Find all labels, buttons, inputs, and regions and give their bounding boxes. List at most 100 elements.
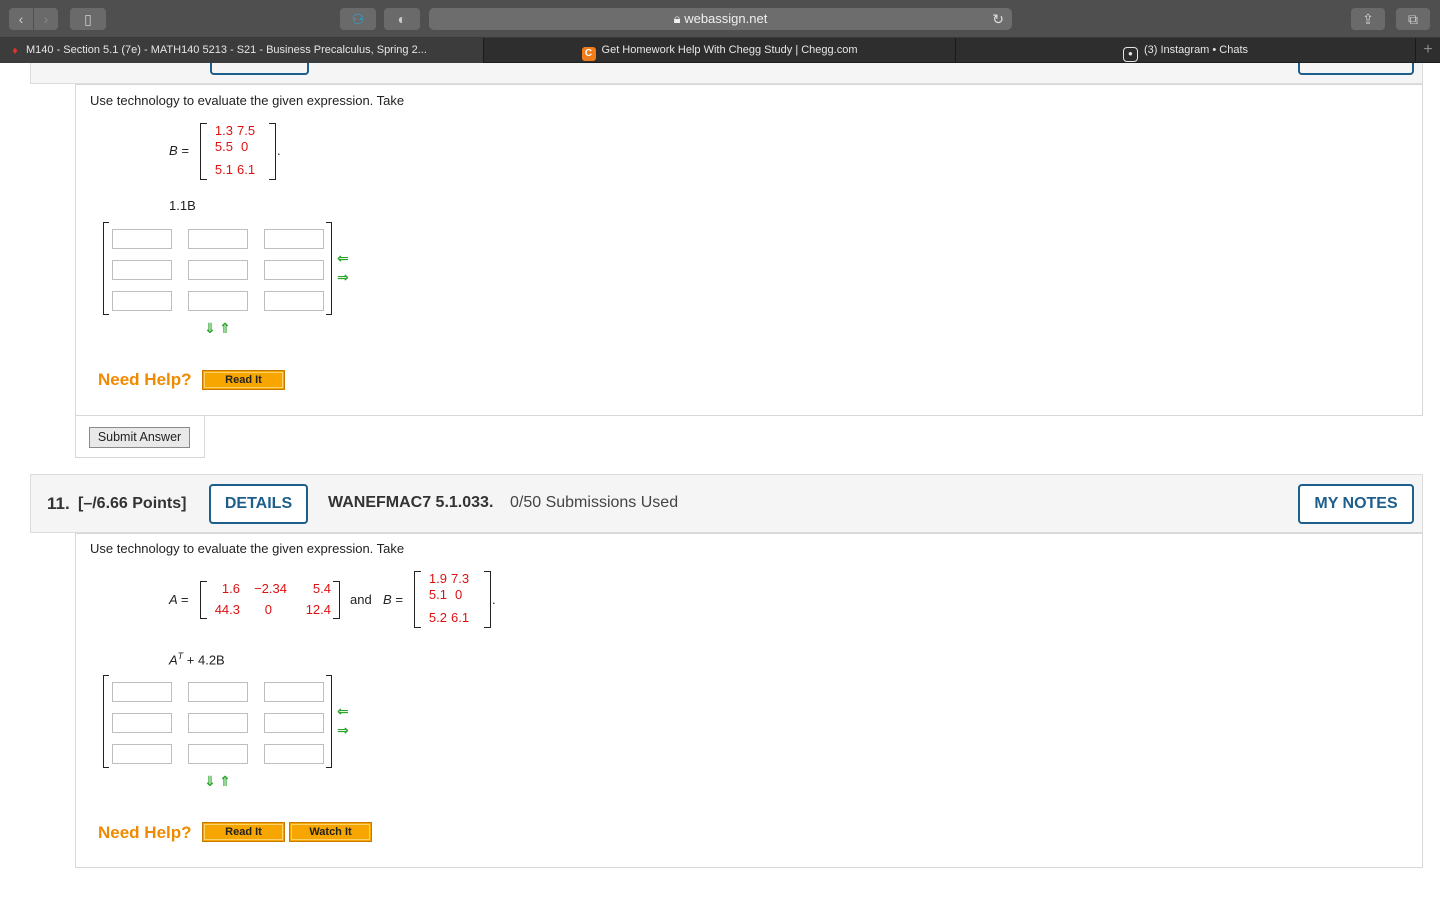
remove-column-arrow-icon[interactable]: ⇐ xyxy=(337,251,349,265)
need-help-label: Need Help? xyxy=(98,823,192,842)
matrix-cell: 0 xyxy=(241,139,249,154)
matrix-b-label: B = xyxy=(169,143,189,158)
answer-cell-r3c2[interactable] xyxy=(188,744,248,764)
matrix-cell: 1.6 xyxy=(221,581,240,596)
watch-it-button[interactable]: Watch It xyxy=(289,822,372,842)
matrix-a: 1.6 −2.34 5.4 44.3 0 12.4 xyxy=(200,581,340,619)
and-text: and xyxy=(350,592,372,607)
tab-bar: ♦ M140 - Section 5.1 (7e) - MATH140 5213… xyxy=(0,38,1440,63)
matrix-cell: 1.9 xyxy=(428,571,447,586)
tab-label: M140 - Section 5.1 (7e) - MATH140 5213 -… xyxy=(26,44,427,56)
matrix-cell: 5.1 xyxy=(214,162,233,177)
question-10-header xyxy=(30,63,1423,84)
answer-cell-r3c2[interactable] xyxy=(188,291,248,311)
question-11-header: 11. [–/6.66 Points] DETAILS WANEFMAC7 5.… xyxy=(30,474,1423,533)
answer-matrix xyxy=(103,675,332,768)
remove-column-arrow-icon[interactable]: ⇐ xyxy=(337,704,349,718)
question-points: [–/6.66 Points] xyxy=(78,495,187,512)
tab-label: Get Homework Help With Chegg Study | Che… xyxy=(601,44,858,56)
answer-cell-r1c3[interactable] xyxy=(264,229,324,249)
expression-label: 1.1B xyxy=(169,198,196,213)
add-column-arrow-icon[interactable]: ⇒ xyxy=(337,270,349,284)
webassign-icon: ♦ xyxy=(12,45,18,57)
tab-chegg[interactable]: C Get Homework Help With Chegg Study | Ch… xyxy=(484,38,956,63)
answer-cell-r1c2[interactable] xyxy=(188,682,248,702)
answer-cell-r1c2[interactable] xyxy=(188,229,248,249)
answer-cell-r2c3[interactable] xyxy=(264,713,324,733)
instagram-icon: ● xyxy=(1122,47,1138,62)
answer-cell-r3c3[interactable] xyxy=(264,291,324,311)
chegg-icon: C xyxy=(581,47,596,61)
read-it-button[interactable]: Read It xyxy=(202,370,285,390)
answer-cell-r3c3[interactable] xyxy=(264,744,324,764)
answer-cell-r2c1[interactable] xyxy=(112,713,172,733)
answer-cell-r3c1[interactable] xyxy=(112,291,172,311)
matrix-cell: 12.4 xyxy=(305,602,331,617)
reload-icon[interactable]: ↻ xyxy=(992,8,1004,30)
answer-cell-r2c2[interactable] xyxy=(188,713,248,733)
question-instruction: Use technology to evaluate the given exp… xyxy=(90,93,405,108)
matrix-cell: 5.5 xyxy=(214,139,233,154)
matrix-cell: 0 xyxy=(455,587,463,602)
forward-arrow-icon[interactable]: › xyxy=(34,8,58,30)
read-it-button[interactable]: Read It xyxy=(202,822,285,842)
matrix-b-label: B = xyxy=(383,592,403,607)
sidebar-toggle-icon[interactable]: ▯ xyxy=(70,8,106,30)
share-icon[interactable]: ⇪ xyxy=(1351,8,1385,30)
my-notes-button[interactable] xyxy=(1298,63,1414,75)
matrix-cell: 1.3 xyxy=(214,123,233,138)
url-text: webassign.net xyxy=(684,11,768,26)
matrix-cell: 5.2 xyxy=(428,610,447,625)
new-tab-plus-icon[interactable]: + xyxy=(1416,38,1440,63)
matrix-cell: 7.3 xyxy=(451,571,470,586)
matrix-a-label: A = xyxy=(169,592,189,607)
answer-cell-r2c1[interactable] xyxy=(112,260,172,280)
tab-overview-icon[interactable]: ⧉ xyxy=(1396,8,1430,30)
matrix-b: 1.3 7.5 5.5 0 5.1 6.1 xyxy=(200,123,276,180)
submit-answer-button[interactable]: Submit Answer xyxy=(89,427,190,448)
add-row-arrow-icon[interactable]: ⇓ xyxy=(204,774,216,788)
matrix-cell: 6.1 xyxy=(237,162,256,177)
tab-webassign[interactable]: ♦ M140 - Section 5.1 (7e) - MATH140 5213… xyxy=(0,38,484,63)
privacy-shield-icon[interactable]: ◐ xyxy=(384,8,420,30)
matrix-cell: 5.4 xyxy=(312,581,331,596)
answer-cell-r1c1[interactable] xyxy=(112,229,172,249)
submit-area: Submit Answer xyxy=(75,416,205,458)
answer-cell-r3c1[interactable] xyxy=(112,744,172,764)
matrix-cell: 5.1 xyxy=(428,587,447,602)
expression-label: AT + 4.2B xyxy=(169,651,225,667)
expression-base: A xyxy=(169,652,178,668)
back-arrow-icon[interactable]: ‹ xyxy=(9,8,33,30)
address-bar[interactable]: 🔒︎ webassign.net ↻ xyxy=(429,8,1012,30)
need-help-label: Need Help? xyxy=(98,370,192,389)
answer-cell-r2c3[interactable] xyxy=(264,260,324,280)
lock-icon: 🔒︎ xyxy=(673,11,685,26)
details-button[interactable]: DETAILS xyxy=(209,484,308,524)
period: . xyxy=(277,143,281,158)
matrix-cell: 0 xyxy=(264,602,272,617)
period: . xyxy=(492,592,496,607)
answer-cell-r1c3[interactable] xyxy=(264,682,324,702)
matrix-cell: −2.34 xyxy=(254,581,287,596)
question-code: WANEFMAC7 5.1.033. xyxy=(328,494,494,511)
accessibility-extension-icon[interactable]: ⚇ xyxy=(340,8,376,30)
add-row-arrow-icon[interactable]: ⇓ xyxy=(204,321,216,335)
tab-instagram[interactable]: ● (3) Instagram • Chats xyxy=(956,38,1416,63)
question-10-body: Use technology to evaluate the given exp… xyxy=(75,84,1423,416)
question-instruction: Use technology to evaluate the given exp… xyxy=(90,541,405,556)
expression-rest: + 4.2B xyxy=(183,652,225,668)
tab-label: (3) Instagram • Chats xyxy=(1143,44,1249,56)
remove-row-arrow-icon[interactable]: ⇑ xyxy=(219,774,231,788)
question-11-body: Use technology to evaluate the given exp… xyxy=(75,533,1423,868)
answer-cell-r2c2[interactable] xyxy=(188,260,248,280)
matrix-cell: 7.5 xyxy=(237,123,256,138)
matrix-b: 1.9 7.3 5.1 0 5.2 6.1 xyxy=(414,571,491,628)
question-number: 11. xyxy=(47,494,70,513)
answer-cell-r1c1[interactable] xyxy=(112,682,172,702)
matrix-cell: 6.1 xyxy=(451,610,470,625)
add-column-arrow-icon[interactable]: ⇒ xyxy=(337,723,349,737)
remove-row-arrow-icon[interactable]: ⇑ xyxy=(219,321,231,335)
webassign-page: Use technology to evaluate the given exp… xyxy=(0,63,1440,900)
details-button[interactable] xyxy=(210,63,309,75)
my-notes-button[interactable]: MY NOTES xyxy=(1298,484,1414,524)
